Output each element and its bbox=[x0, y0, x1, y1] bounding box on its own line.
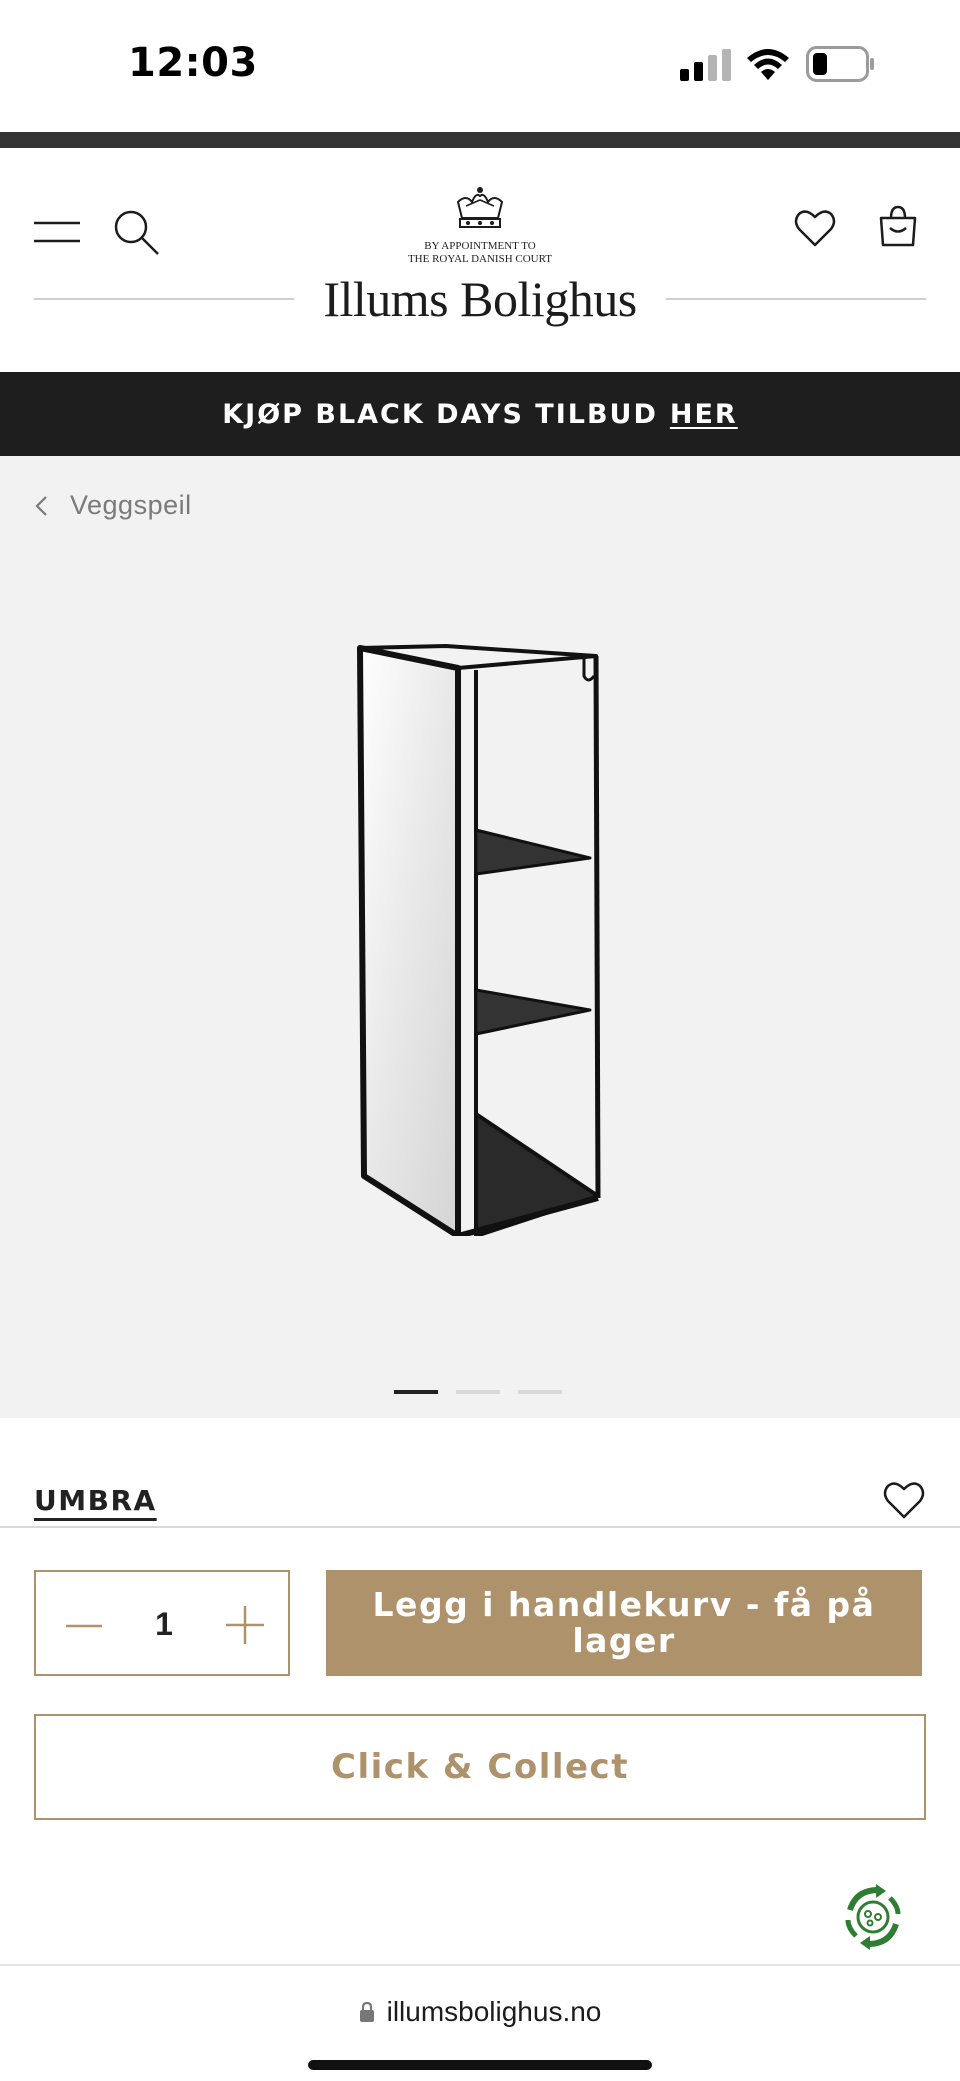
quantity-stepper: 1 bbox=[34, 1570, 290, 1676]
breadcrumb-label: Veggspeil bbox=[70, 490, 192, 520]
home-indicator[interactable] bbox=[308, 2060, 652, 2070]
heart-icon[interactable] bbox=[794, 208, 836, 248]
menu-icon[interactable] bbox=[34, 216, 80, 248]
url-field[interactable]: illumsbolighus.no bbox=[0, 1996, 960, 2028]
crown-icon bbox=[456, 187, 504, 228]
battery-icon bbox=[806, 46, 874, 82]
recycle-icon[interactable] bbox=[840, 1884, 906, 1950]
click-and-collect-button[interactable]: Click & Collect bbox=[34, 1714, 926, 1820]
gallery-pagination bbox=[394, 1390, 562, 1394]
site-logo[interactable]: Illums Bolighus bbox=[280, 270, 680, 328]
breadcrumb[interactable]: Veggspeil bbox=[34, 490, 192, 521]
chevron-left-icon bbox=[35, 495, 47, 516]
section-divider bbox=[0, 1526, 960, 1528]
gallery-dot-3[interactable] bbox=[518, 1390, 562, 1394]
wishlist-heart-icon[interactable] bbox=[882, 1480, 926, 1520]
gallery-dot-2[interactable] bbox=[456, 1390, 500, 1394]
appointment-line-1: BY APPOINTMENT TO bbox=[424, 240, 536, 252]
quantity-value[interactable]: 1 bbox=[124, 1606, 204, 1643]
minus-icon[interactable] bbox=[66, 1608, 102, 1644]
wifi-icon bbox=[747, 49, 789, 80]
shopping-bag-icon[interactable] bbox=[878, 204, 918, 248]
product-brand-link[interactable]: UMBRA bbox=[34, 1484, 157, 1517]
product-image bbox=[357, 644, 601, 1236]
promo-link[interactable]: HER bbox=[670, 399, 738, 430]
site-header: BY APPOINTMENT TO THE ROYAL DANISH COURT… bbox=[0, 148, 960, 372]
promo-text: KJØP BLACK DAYS TILBUD bbox=[222, 398, 658, 430]
status-time: 12:03 bbox=[128, 40, 258, 86]
appointment-line-2: THE ROYAL DANISH COURT bbox=[407, 253, 553, 265]
logo-divider-right bbox=[666, 298, 926, 300]
status-bar: 12:03 bbox=[0, 0, 960, 132]
top-strip bbox=[0, 132, 960, 148]
product-gallery[interactable]: Veggspeil bbox=[0, 456, 960, 1418]
royal-appointment: BY APPOINTMENT TO THE ROYAL DANISH COURT bbox=[330, 240, 630, 266]
add-to-cart-button[interactable]: Legg i handlekurv - få på lager bbox=[326, 1570, 922, 1676]
logo-divider-left bbox=[34, 298, 294, 300]
plus-icon[interactable] bbox=[226, 1606, 264, 1644]
cellular-signal-icon bbox=[680, 49, 731, 81]
url-text: illumsbolighus.no bbox=[386, 1996, 602, 2027]
browser-address-bar: illumsbolighus.no bbox=[0, 1964, 960, 2081]
search-icon[interactable] bbox=[112, 208, 160, 256]
gallery-dot-1[interactable] bbox=[394, 1390, 438, 1394]
promo-banner[interactable]: KJØP BLACK DAYS TILBUD HER bbox=[0, 372, 960, 456]
lock-icon bbox=[359, 2001, 374, 2022]
